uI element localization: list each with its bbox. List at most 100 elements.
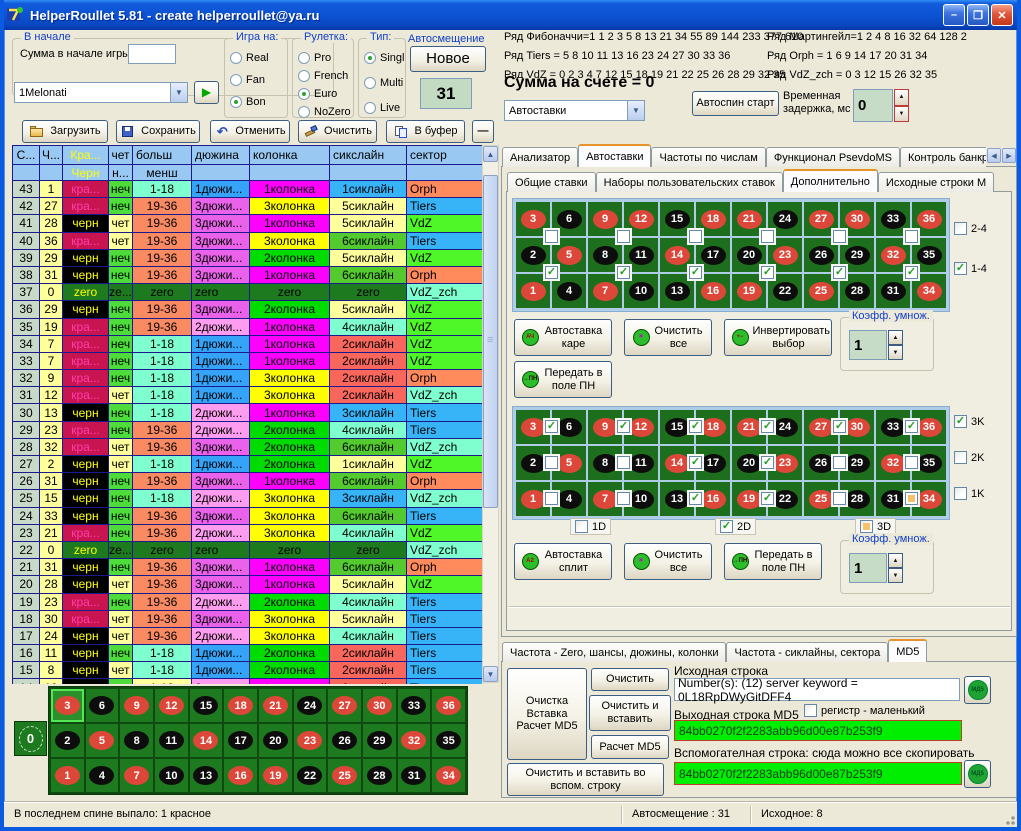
split-checkbox-r2-0[interactable]	[545, 492, 558, 505]
tab-main-1[interactable]: Автоставки	[578, 144, 651, 167]
split-checkbox-r2-2[interactable]: ✓	[689, 492, 702, 505]
side-checkbox-3K[interactable]: ✓3K	[954, 415, 984, 428]
corner-checkbox-bottom-4[interactable]: ✓	[833, 266, 846, 279]
board-cell-34[interactable]: 34	[912, 274, 946, 308]
board-cell-28[interactable]: 28	[840, 274, 874, 308]
board-cell-1[interactable]: 1	[51, 759, 84, 792]
board-cell-20[interactable]: 20	[259, 724, 292, 757]
chevron-down-icon[interactable]: ▼	[170, 83, 187, 102]
corner-checkbox-bottom-2[interactable]: ✓	[689, 266, 702, 279]
checkbox[interactable]	[954, 451, 967, 464]
radio-icon[interactable]	[230, 52, 242, 64]
board-cell-3[interactable]: 3	[51, 689, 84, 722]
radio-option-fan[interactable]: Fan	[230, 74, 265, 86]
corner-checkbox-bottom-1[interactable]: ✓	[617, 266, 630, 279]
spinner-down-icon[interactable]: ▼	[888, 345, 903, 360]
board-cell-7[interactable]: 7	[588, 274, 622, 308]
board-cell-25[interactable]: 25	[804, 274, 838, 308]
tab-sub-1[interactable]: Наборы пользовательских ставок	[596, 172, 783, 192]
table-row[interactable]: 2028чернчет19-363дюжи...1колонка5сиклайн…	[13, 576, 482, 593]
coeff-value-2[interactable]: 1	[849, 553, 887, 583]
table-row[interactable]: 158чернчет1-181дюжи...2колонка2сиклайнTi…	[13, 662, 482, 679]
scrollbar-down-icon[interactable]: ▼	[483, 666, 498, 682]
corner-checkbox-top-0[interactable]	[545, 230, 558, 243]
side-checkbox-2K[interactable]: 2K	[954, 451, 984, 464]
board-cell-28[interactable]: 28	[363, 759, 396, 792]
md5-aux-field[interactable]: 84bb0270f2f2283abb96d00e87b253f9	[674, 762, 962, 785]
autobet-kare-button[interactable]: АЧ Автоставка каре	[514, 319, 612, 356]
board-cell-33[interactable]: 33	[398, 689, 431, 722]
toolbar-button-4[interactable]: В буфер	[386, 120, 465, 143]
delay-value[interactable]: 0	[853, 89, 893, 122]
board-cell-9[interactable]: 9	[120, 689, 153, 722]
board-cell-18[interactable]: 18	[224, 689, 257, 722]
table-row[interactable]: 3013черннеч1-182дюжи...1колонка3сиклайнT…	[13, 404, 482, 421]
board-cell-2[interactable]: 2	[51, 724, 84, 757]
board-cell-35[interactable]: 35	[432, 724, 465, 757]
board-cell-16[interactable]: 16	[696, 274, 730, 308]
dozen-checkbox-2D[interactable]: ✓2D	[715, 518, 756, 535]
clear-all-button-2[interactable]: ✶ Очистить все	[624, 543, 712, 580]
maximize-button[interactable]: ❐	[967, 4, 989, 26]
table-row[interactable]: 1724чернчет19-362дюжи...3колонка4сиклайн…	[13, 628, 482, 645]
tab-main-3[interactable]: Функционал PsevdoMS	[766, 147, 900, 167]
board-cell-1[interactable]: 1	[516, 274, 550, 308]
scrollbar-up-icon[interactable]: ▲	[483, 146, 498, 162]
radio-option-live[interactable]: Live	[364, 102, 400, 114]
md5-output-field[interactable]: 84bb0270f2f2283abb96d00e87b253f9	[674, 720, 962, 741]
spinner-down-icon[interactable]: ▼	[888, 568, 903, 583]
checkbox[interactable]: ✓	[720, 520, 733, 533]
board-cell-22[interactable]: 22	[768, 274, 802, 308]
corner-checkbox-top-2[interactable]	[689, 230, 702, 243]
table-row[interactable]: 3929черннеч19-363дюжи...2колонка5сиклайн…	[13, 250, 482, 267]
spinner-up-icon[interactable]: ▲	[888, 330, 903, 345]
radio-option-real[interactable]: Real	[230, 52, 269, 64]
radio-option-pro[interactable]: Pro	[298, 52, 331, 64]
board-cell-31[interactable]: 31	[876, 274, 910, 308]
radio-icon[interactable]	[364, 77, 376, 89]
delay-spinner[interactable]: 0 ▲ ▼	[853, 89, 909, 122]
board-cell-13[interactable]: 13	[190, 759, 223, 792]
split-checkbox-r0-1[interactable]: ✓	[617, 420, 630, 433]
board-zero-cell[interactable]: 0	[14, 721, 47, 756]
board-cell-13[interactable]: 13	[660, 274, 694, 308]
split-checkbox-r2-4[interactable]	[833, 492, 846, 505]
board-cell-16[interactable]: 16	[224, 759, 257, 792]
split-checkbox-r2-1[interactable]	[617, 492, 630, 505]
spinner-up-icon[interactable]: ▲	[888, 553, 903, 568]
history-table-body[interactable]: 431кра...неч1-181дюжи...1колонка1сиклайн…	[12, 181, 482, 684]
table-row[interactable]: 1413черннеч1-182дюжи...1колонка2сиклайнT…	[13, 679, 482, 684]
toolbar-button-5[interactable]: —	[472, 120, 494, 143]
split-checkbox-r1-0[interactable]	[545, 456, 558, 469]
tab-main-0[interactable]: Анализатор	[502, 147, 578, 167]
table-row[interactable]: 4227кра...неч19-363дюжи...3колонка5сикла…	[13, 198, 482, 215]
md5-clear-paste-aux-button[interactable]: Очистить и вставить во вспом. строку	[507, 763, 664, 796]
board-cell-8[interactable]: 8	[120, 724, 153, 757]
tab-freq-0[interactable]: Частота - Zero, шансы, дюжины, колонки	[502, 642, 726, 662]
split-checkbox-r0-3[interactable]: ✓	[761, 420, 774, 433]
radio-option-french[interactable]: French	[298, 70, 348, 82]
preset-combobox[interactable]: 1Melonati ▼	[14, 82, 188, 103]
side-checkbox-2-4[interactable]: 2-4	[954, 222, 987, 235]
coeff-value-1[interactable]: 1	[849, 330, 887, 360]
board-cell-19[interactable]: 19	[259, 759, 292, 792]
split-checkbox-r1-2[interactable]: ✓	[689, 456, 702, 469]
split-checkbox-r1-4[interactable]	[833, 456, 846, 469]
corner-checkbox-bottom-5[interactable]: ✓	[905, 266, 918, 279]
split-checkbox-r0-5[interactable]: ✓	[905, 420, 918, 433]
autospin-start-button[interactable]: Автоспин старт	[692, 91, 779, 116]
board-cell-23[interactable]: 23	[294, 724, 327, 757]
table-row[interactable]: 3629черннеч19-363дюжи...2колонка5сиклайн…	[13, 301, 482, 318]
tab-sub-3[interactable]: Исходные строки М	[878, 172, 994, 192]
corner-checkbox-top-1[interactable]	[617, 230, 630, 243]
side-checkbox-1-4[interactable]: ✓1-4	[954, 262, 987, 275]
dozen-checkbox-1D[interactable]: 1D	[570, 518, 611, 535]
clear-all-button-1[interactable]: ✶ Очистить все	[624, 319, 712, 356]
table-row[interactable]: 2832кра...чет19-363дюжи...2колонка6сикла…	[13, 439, 482, 456]
chevron-down-icon[interactable]: ▼	[627, 101, 644, 120]
start-sum-input[interactable]	[128, 44, 176, 64]
board-cell-26[interactable]: 26	[328, 724, 361, 757]
tab-sub-2[interactable]: Дополнительно	[783, 169, 878, 192]
md5-aux-run-button[interactable]: МД5	[964, 760, 991, 788]
split-checkbox-r1-5[interactable]	[905, 456, 918, 469]
